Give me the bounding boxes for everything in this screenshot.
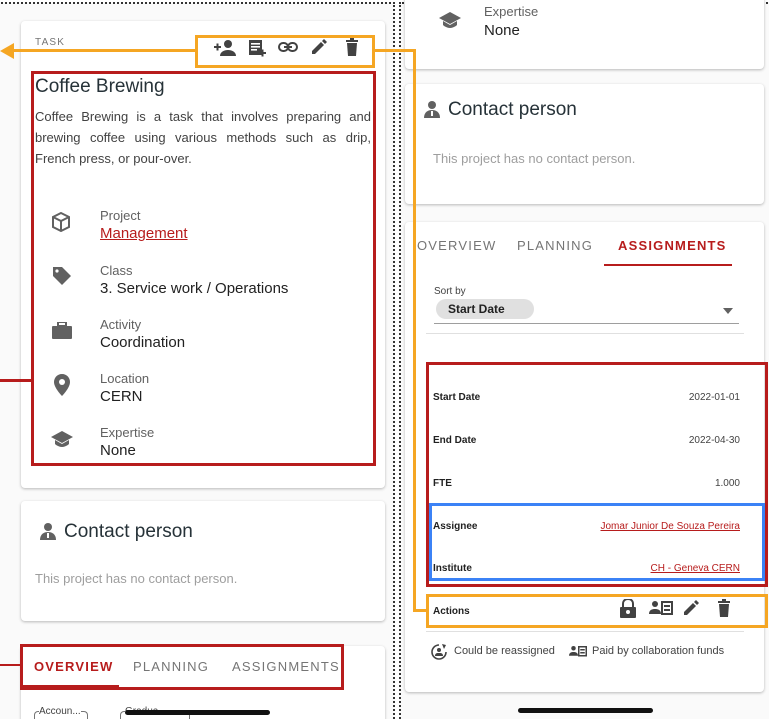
right-contact-person-empty: This project has no contact person. xyxy=(433,151,636,166)
connector-left-arrow-line xyxy=(10,49,197,52)
legend-divider xyxy=(426,631,744,632)
annotation-assignee-box xyxy=(429,503,765,581)
sort-chip: Start Date xyxy=(436,299,534,319)
connector-to-actions xyxy=(413,609,428,612)
contact-person-icon xyxy=(423,100,441,118)
sort-value: Start Date xyxy=(448,302,505,316)
annotation-tabs-box xyxy=(20,644,344,690)
connector-toolbar-right xyxy=(375,49,416,52)
filter-chip-accounting-label: Accoun... xyxy=(39,706,81,717)
annotation-toolbar-box xyxy=(195,35,375,68)
right-tab-assignments[interactable]: ASSIGNMENTS xyxy=(618,238,727,253)
connector-left-arrowhead xyxy=(0,43,14,59)
graduation-cap-icon xyxy=(439,12,461,28)
task-overline: TASK xyxy=(35,37,66,48)
home-indicator-right xyxy=(518,708,653,713)
connector-left-red xyxy=(0,379,32,382)
connector-vertical-orange xyxy=(413,49,416,612)
right-tab-planning[interactable]: PLANNING xyxy=(517,238,593,253)
collaboration-funds-icon xyxy=(569,645,587,659)
legend-text-reassign: Could be reassigned xyxy=(454,645,555,657)
sort-divider xyxy=(426,333,744,334)
home-indicator-left xyxy=(125,710,270,715)
right-tab-overview[interactable]: OVERVIEW xyxy=(417,238,496,253)
right-contact-person-card: Contact person This project has no conta… xyxy=(405,84,764,204)
expertise-label: Expertise xyxy=(484,4,539,19)
annotation-actions-box xyxy=(426,594,768,628)
sort-select[interactable]: Sort by Start Date xyxy=(434,284,739,324)
annotation-task-details-box xyxy=(31,71,376,466)
sort-label: Sort by xyxy=(434,286,466,297)
contact-person-icon xyxy=(39,522,57,540)
legend-text-collaboration-funds: Paid by collaboration funds xyxy=(592,645,725,657)
reassign-icon xyxy=(430,643,448,661)
contact-person-card: Contact person This project has no conta… xyxy=(21,501,385,621)
right-contact-person-title: Contact person xyxy=(448,99,577,120)
expertise-card: Expertise None xyxy=(405,0,764,69)
right-tab-underline xyxy=(604,264,732,266)
chevron-down-icon[interactable] xyxy=(723,308,733,314)
connector-tabs-red xyxy=(0,664,21,666)
expertise-value: None xyxy=(484,22,520,39)
contact-person-empty: This project has no contact person. xyxy=(35,571,238,586)
contact-person-title: Contact person xyxy=(64,521,193,542)
filter-chip-accounting[interactable]: Accoun... xyxy=(34,706,88,719)
